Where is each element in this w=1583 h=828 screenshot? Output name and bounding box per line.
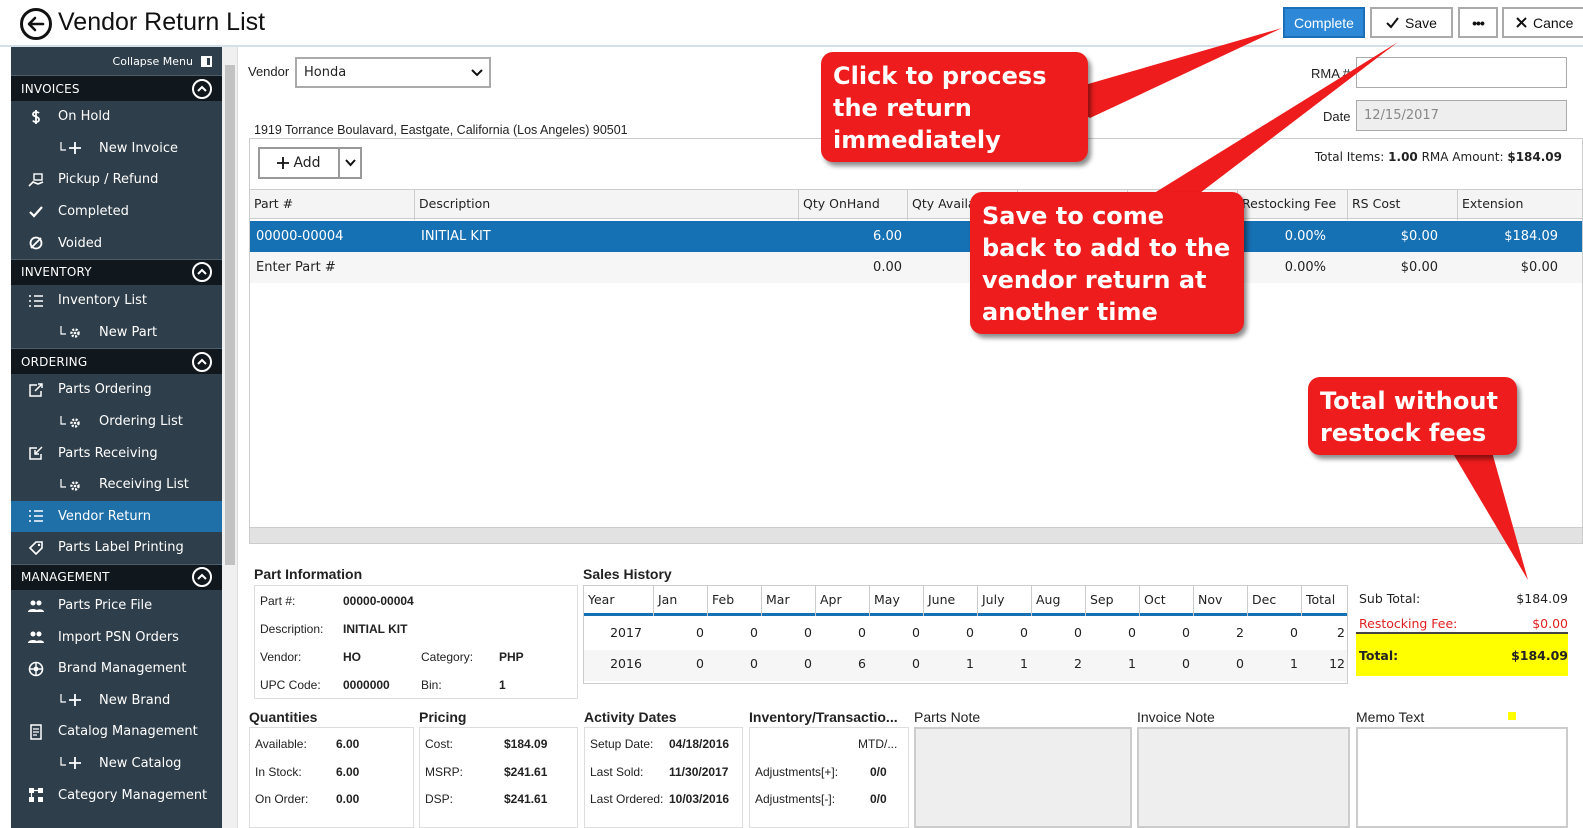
total-callout-line: Total without xyxy=(1320,387,1498,415)
total-callout: Total without restock fees xyxy=(1308,377,1517,455)
complete-callout: Click to process the return immediately xyxy=(821,52,1088,162)
total-callout-line: restock fees xyxy=(1320,419,1487,447)
save-callout-line: back to add to the xyxy=(982,234,1231,262)
save-callout: Save to come back to add to the vendor r… xyxy=(970,192,1244,334)
save-callout-line: another time xyxy=(982,298,1158,326)
complete-callout-line: immediately xyxy=(833,126,1001,154)
save-callout-line: vendor return at xyxy=(982,266,1207,294)
save-callout-line: Save to come xyxy=(982,202,1165,230)
total-callout-pointer xyxy=(1448,445,1528,580)
complete-callout-line: the return xyxy=(833,94,972,122)
complete-callout-line: Click to process xyxy=(833,62,1047,90)
